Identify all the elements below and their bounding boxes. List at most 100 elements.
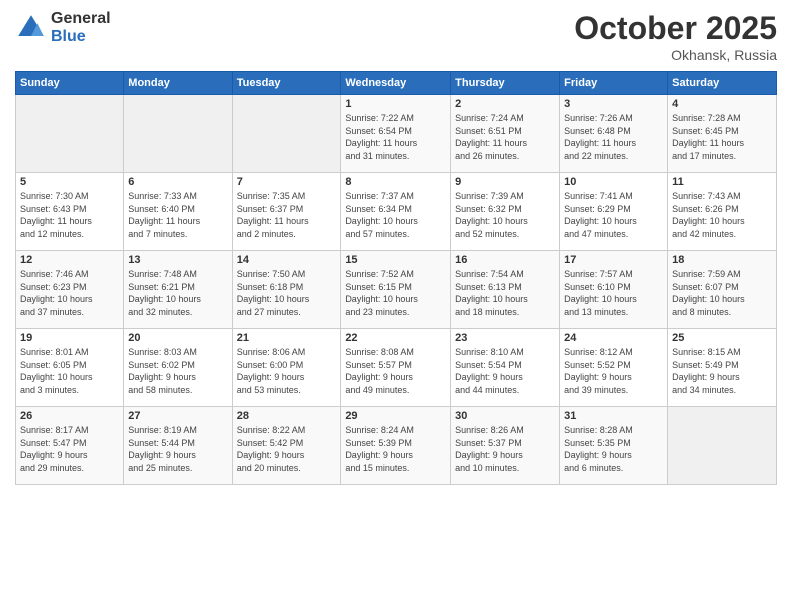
day-number: 24: [564, 332, 663, 344]
table-row: 2 Sunrise: 7:24 AM Sunset: 6:51 PM Daylig…: [451, 95, 560, 173]
table-row: 20 Sunrise: 8:03 AM Sunset: 6:02 PM Dayli…: [124, 329, 232, 407]
calendar-week-row: 26Sunrise: 8:17 AM Sunset: 5:47 PM Dayli…: [16, 407, 777, 485]
day-number: 13: [128, 254, 227, 266]
col-tuesday: Tuesday: [232, 72, 341, 95]
calendar-subtitle: Okhansk, Russia: [574, 47, 777, 63]
day-number: 8: [345, 176, 446, 188]
day-info: Sunrise: 7:48 AM Sunset: 6:21 PM Dayligh…: [128, 268, 227, 318]
day-number: 31: [564, 410, 663, 422]
day-number: 5: [20, 176, 119, 188]
day-info: Sunrise: 8:22 AM Sunset: 5:42 PM Dayligh…: [237, 424, 337, 474]
day-number: 10: [564, 176, 663, 188]
table-row: 26Sunrise: 8:17 AM Sunset: 5:47 PM Dayli…: [16, 407, 124, 485]
col-thursday: Thursday: [451, 72, 560, 95]
table-row: 31 Sunrise: 8:28 AM Sunset: 5:35 PM Dayli…: [560, 407, 668, 485]
table-row: 12 Sunrise: 7:46 AM Sunset: 6:23 PM Dayli…: [16, 251, 124, 329]
day-info: Sunrise: 7:30 AM Sunset: 6:43 PM Dayligh…: [20, 190, 119, 240]
day-info: Sunrise: 8:10 AM Sunset: 5:54 PM Dayligh…: [455, 346, 555, 396]
day-number: 6: [128, 176, 227, 188]
day-info: Sunrise: 7:41 AM Sunset: 6:29 PM Dayligh…: [564, 190, 663, 240]
day-number: 19: [20, 332, 119, 344]
logo-icon: [15, 12, 47, 44]
day-number: 4: [672, 98, 772, 110]
table-row: 19 Sunrise: 8:01 AM Sunset: 6:05 PM Dayli…: [16, 329, 124, 407]
table-row: 9Sunrise: 7:39 AM Sunset: 6:32 PM Daylig…: [451, 173, 560, 251]
calendar-table: Sunday Monday Tuesday Wednesday Thursday…: [15, 71, 777, 485]
day-info: Sunrise: 7:57 AM Sunset: 6:10 PM Dayligh…: [564, 268, 663, 318]
day-number: 2: [455, 98, 555, 110]
calendar-week-row: 5 Sunrise: 7:30 AM Sunset: 6:43 PM Daylig…: [16, 173, 777, 251]
day-info: Sunrise: 7:22 AM Sunset: 6:54 PM Dayligh…: [345, 112, 446, 162]
header: General Blue October 2025 Okhansk, Russi…: [15, 10, 777, 63]
day-number: 27: [128, 410, 227, 422]
col-wednesday: Wednesday: [341, 72, 451, 95]
day-info: Sunrise: 7:24 AM Sunset: 6:51 PM Dayligh…: [455, 112, 555, 162]
col-saturday: Saturday: [668, 72, 777, 95]
table-row: [668, 407, 777, 485]
table-row: 28 Sunrise: 8:22 AM Sunset: 5:42 PM Dayli…: [232, 407, 341, 485]
day-info: Sunrise: 7:28 AM Sunset: 6:45 PM Dayligh…: [672, 112, 772, 162]
day-number: 30: [455, 410, 555, 422]
day-info: Sunrise: 7:33 AM Sunset: 6:40 PM Dayligh…: [128, 190, 227, 240]
table-row: 23 Sunrise: 8:10 AM Sunset: 5:54 PM Dayli…: [451, 329, 560, 407]
table-row: 27 Sunrise: 8:19 AM Sunset: 5:44 PM Dayli…: [124, 407, 232, 485]
table-row: 15 Sunrise: 7:52 AM Sunset: 6:15 PM Dayli…: [341, 251, 451, 329]
day-info: Sunrise: 8:01 AM Sunset: 6:05 PM Dayligh…: [20, 346, 119, 396]
day-info: Sunrise: 7:54 AM Sunset: 6:13 PM Dayligh…: [455, 268, 555, 318]
day-number: 17: [564, 254, 663, 266]
table-row: 14Sunrise: 7:50 AM Sunset: 6:18 PM Dayli…: [232, 251, 341, 329]
day-number: 28: [237, 410, 337, 422]
table-row: 3Sunrise: 7:26 AM Sunset: 6:48 PM Daylig…: [560, 95, 668, 173]
calendar-week-row: 19 Sunrise: 8:01 AM Sunset: 6:05 PM Dayli…: [16, 329, 777, 407]
table-row: 10 Sunrise: 7:41 AM Sunset: 6:29 PM Dayli…: [560, 173, 668, 251]
logo: General Blue: [15, 10, 111, 45]
day-info: Sunrise: 7:35 AM Sunset: 6:37 PM Dayligh…: [237, 190, 337, 240]
day-number: 26: [20, 410, 119, 422]
day-info: Sunrise: 8:03 AM Sunset: 6:02 PM Dayligh…: [128, 346, 227, 396]
day-info: Sunrise: 8:12 AM Sunset: 5:52 PM Dayligh…: [564, 346, 663, 396]
day-info: Sunrise: 7:52 AM Sunset: 6:15 PM Dayligh…: [345, 268, 446, 318]
day-info: Sunrise: 8:06 AM Sunset: 6:00 PM Dayligh…: [237, 346, 337, 396]
table-row: [124, 95, 232, 173]
calendar-title: October 2025: [574, 10, 777, 47]
day-info: Sunrise: 7:59 AM Sunset: 6:07 PM Dayligh…: [672, 268, 772, 318]
day-number: 15: [345, 254, 446, 266]
title-block: October 2025 Okhansk, Russia: [574, 10, 777, 63]
table-row: 4 Sunrise: 7:28 AM Sunset: 6:45 PM Daylig…: [668, 95, 777, 173]
table-row: 8 Sunrise: 7:37 AM Sunset: 6:34 PM Daylig…: [341, 173, 451, 251]
table-row: 6 Sunrise: 7:33 AM Sunset: 6:40 PM Daylig…: [124, 173, 232, 251]
day-info: Sunrise: 8:28 AM Sunset: 5:35 PM Dayligh…: [564, 424, 663, 474]
day-number: 21: [237, 332, 337, 344]
calendar-week-row: 1 Sunrise: 7:22 AM Sunset: 6:54 PM Daylig…: [16, 95, 777, 173]
day-info: Sunrise: 8:26 AM Sunset: 5:37 PM Dayligh…: [455, 424, 555, 474]
col-friday: Friday: [560, 72, 668, 95]
logo-general-text: General: [51, 10, 111, 28]
table-row: 25Sunrise: 8:15 AM Sunset: 5:49 PM Dayli…: [668, 329, 777, 407]
table-row: 22Sunrise: 8:08 AM Sunset: 5:57 PM Dayli…: [341, 329, 451, 407]
day-number: 25: [672, 332, 772, 344]
day-info: Sunrise: 7:46 AM Sunset: 6:23 PM Dayligh…: [20, 268, 119, 318]
logo-blue-text: Blue: [51, 28, 111, 46]
logo-text: General Blue: [51, 10, 111, 45]
table-row: 11Sunrise: 7:43 AM Sunset: 6:26 PM Dayli…: [668, 173, 777, 251]
table-row: 24 Sunrise: 8:12 AM Sunset: 5:52 PM Dayli…: [560, 329, 668, 407]
day-number: 1: [345, 98, 446, 110]
day-info: Sunrise: 7:50 AM Sunset: 6:18 PM Dayligh…: [237, 268, 337, 318]
day-info: Sunrise: 8:19 AM Sunset: 5:44 PM Dayligh…: [128, 424, 227, 474]
day-number: 3: [564, 98, 663, 110]
day-number: 7: [237, 176, 337, 188]
day-info: Sunrise: 8:24 AM Sunset: 5:39 PM Dayligh…: [345, 424, 446, 474]
day-number: 18: [672, 254, 772, 266]
table-row: 21 Sunrise: 8:06 AM Sunset: 6:00 PM Dayli…: [232, 329, 341, 407]
day-number: 23: [455, 332, 555, 344]
day-number: 12: [20, 254, 119, 266]
table-row: 1 Sunrise: 7:22 AM Sunset: 6:54 PM Daylig…: [341, 95, 451, 173]
day-number: 11: [672, 176, 772, 188]
calendar-week-row: 12 Sunrise: 7:46 AM Sunset: 6:23 PM Dayli…: [16, 251, 777, 329]
table-row: 17 Sunrise: 7:57 AM Sunset: 6:10 PM Dayli…: [560, 251, 668, 329]
calendar-header-row: Sunday Monday Tuesday Wednesday Thursday…: [16, 72, 777, 95]
day-info: Sunrise: 7:37 AM Sunset: 6:34 PM Dayligh…: [345, 190, 446, 240]
day-number: 20: [128, 332, 227, 344]
table-row: 30 Sunrise: 8:26 AM Sunset: 5:37 PM Dayli…: [451, 407, 560, 485]
day-info: Sunrise: 8:08 AM Sunset: 5:57 PM Dayligh…: [345, 346, 446, 396]
